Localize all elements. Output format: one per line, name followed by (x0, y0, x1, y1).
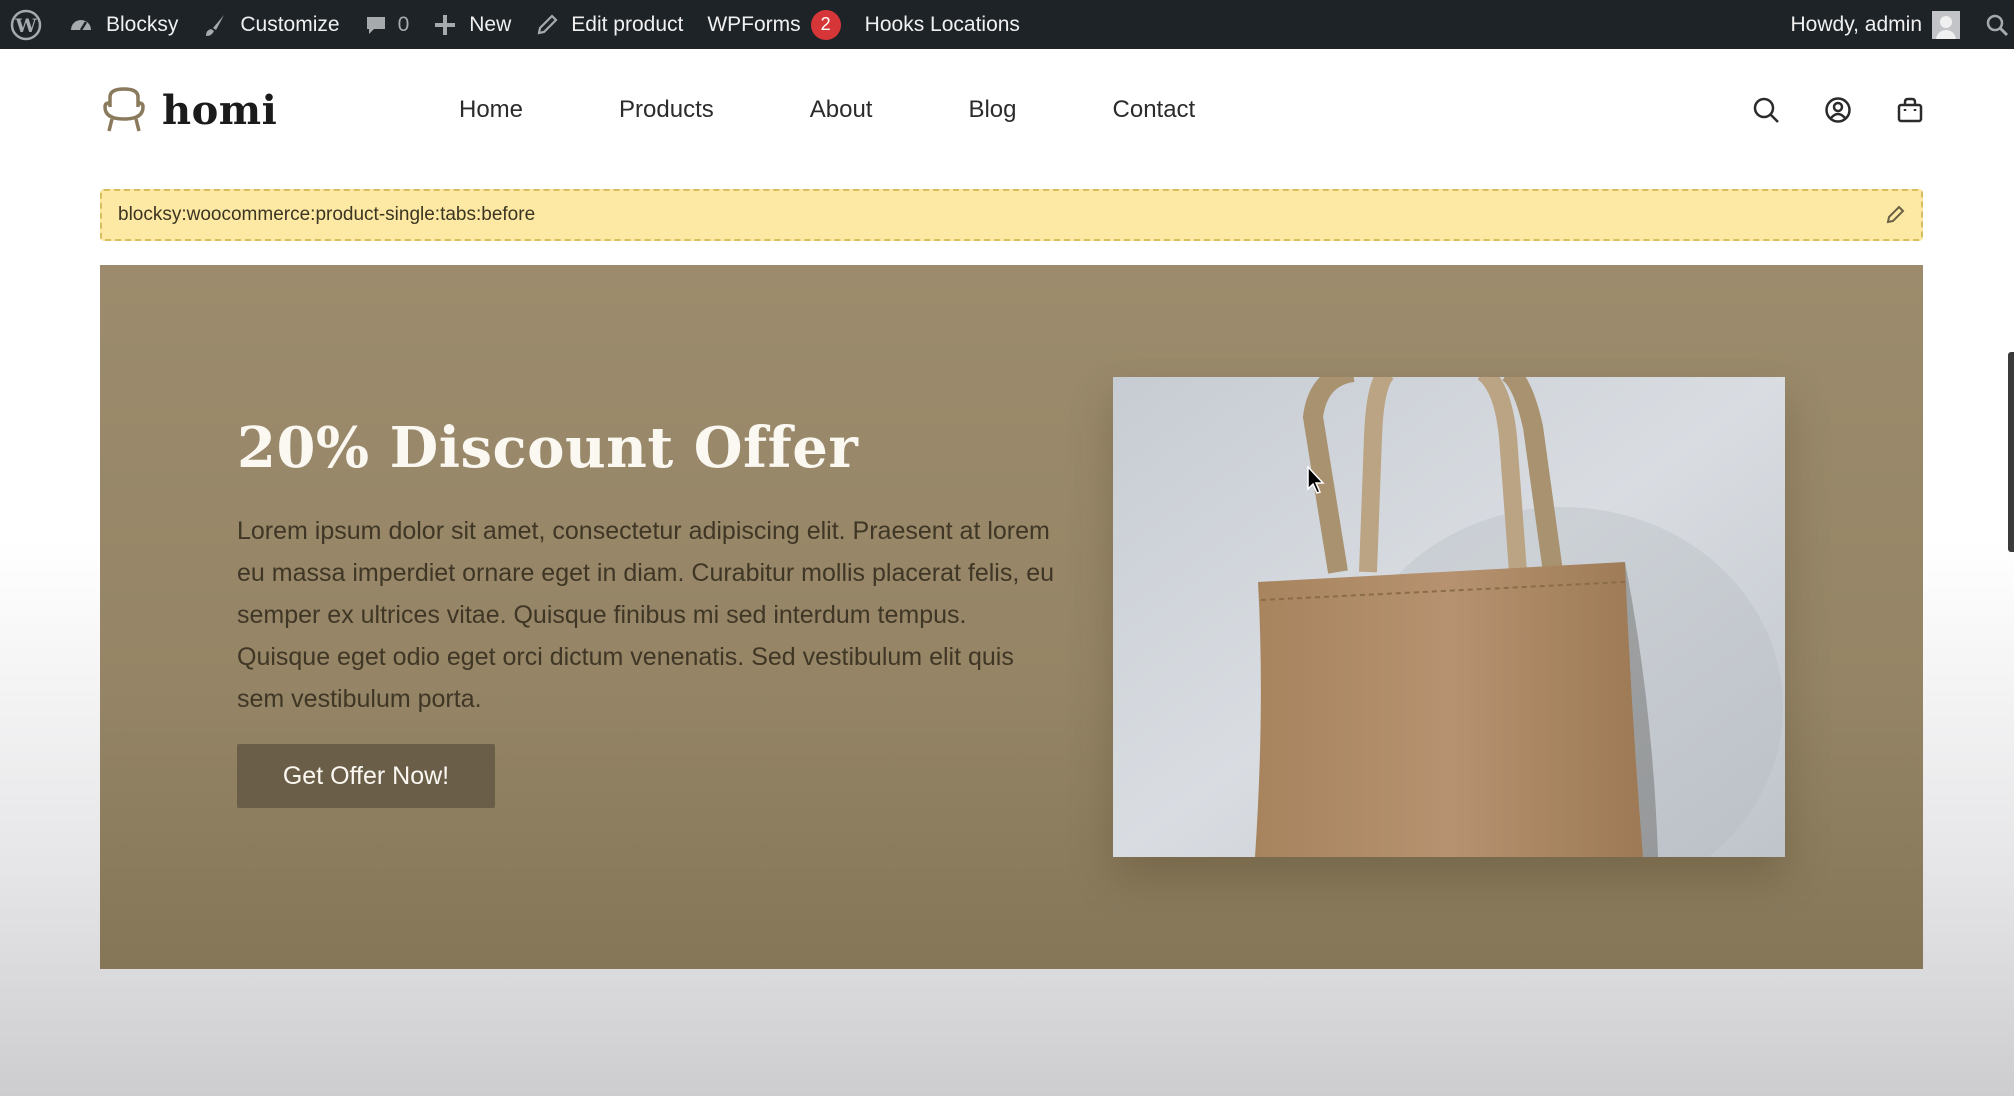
customize-link[interactable]: Customize (190, 0, 351, 49)
nav-item-home[interactable]: Home (459, 96, 523, 124)
plus-icon (435, 14, 456, 35)
customize-label: Customize (240, 12, 340, 36)
header-account-button[interactable] (1824, 96, 1852, 124)
site-header: homi Home Products About Blog Contact (0, 49, 2014, 171)
my-account-link[interactable]: Howdy, admin (1779, 0, 1973, 49)
logo-text: homi (162, 86, 278, 134)
site-name-link[interactable]: Blocksy (56, 0, 190, 49)
edit-product-link[interactable]: Edit product (523, 0, 695, 49)
wpforms-label: WPForms (707, 12, 801, 36)
wordpress-icon: W (10, 9, 42, 40)
nav-item-contact[interactable]: Contact (1113, 96, 1196, 124)
mouse-cursor-icon (1307, 466, 1325, 494)
chair-logo-icon (103, 87, 145, 132)
pencil-icon (1886, 205, 1905, 224)
get-offer-button[interactable]: Get Offer Now! (237, 744, 495, 808)
hooks-locations-link[interactable]: Hooks Locations (853, 0, 1032, 49)
main-navigation: Home Products About Blog Contact (459, 49, 1291, 171)
comments-link[interactable]: 0 (352, 0, 422, 49)
dashboard-icon (71, 19, 91, 31)
wp-admin-bar: W Blocksy Customize 0 New Edit product W… (0, 0, 2014, 49)
search-icon (1986, 14, 2009, 36)
header-actions (1708, 49, 1924, 171)
search-icon (1753, 97, 1779, 123)
offer-description: Lorem ipsum dolor sit amet, consectetur … (237, 517, 1055, 713)
hook-location-notice: blocksy:woocommerce:product-single:tabs:… (100, 189, 1923, 241)
wpforms-link[interactable]: WPForms 2 (695, 0, 852, 49)
new-label: New (469, 12, 512, 36)
nav-item-products[interactable]: Products (619, 96, 714, 124)
avatar (1932, 10, 1960, 39)
howdy-label: Howdy, admin (1790, 12, 1923, 36)
comments-count: 0 (397, 12, 410, 36)
hook-location-label: blocksy:woocommerce:product-single:tabs:… (118, 204, 536, 225)
header-cart-button[interactable] (1896, 96, 1924, 124)
wpforms-notification-badge: 2 (810, 9, 841, 40)
tote-bag-image (1113, 377, 1785, 857)
pencil-icon (537, 13, 558, 34)
offer-heading: 20% Discount Offer (237, 415, 859, 481)
brush-icon (206, 14, 225, 36)
admin-search-button[interactable] (1972, 0, 2014, 49)
site-name-label: Blocksy (106, 12, 179, 36)
svg-text:W: W (14, 15, 37, 37)
new-content-link[interactable]: New (421, 0, 523, 49)
cart-icon (1897, 97, 1923, 123)
hook-edit-button[interactable] (1885, 205, 1905, 231)
hooks-locations-label: Hooks Locations (864, 12, 1020, 36)
account-icon (1825, 97, 1851, 123)
header-search-button[interactable] (1752, 96, 1780, 124)
scrollbar-thumb[interactable] (2008, 352, 2014, 552)
site-logo[interactable]: homi (100, 85, 277, 135)
wordpress-logo-button[interactable]: W (0, 0, 56, 49)
discount-offer-section: 20% Discount Offer Lorem ipsum dolor sit… (100, 265, 1923, 969)
nav-item-about[interactable]: About (810, 96, 873, 124)
edit-product-label: Edit product (571, 12, 684, 36)
nav-item-blog[interactable]: Blog (968, 96, 1016, 124)
comment-icon (366, 16, 385, 34)
